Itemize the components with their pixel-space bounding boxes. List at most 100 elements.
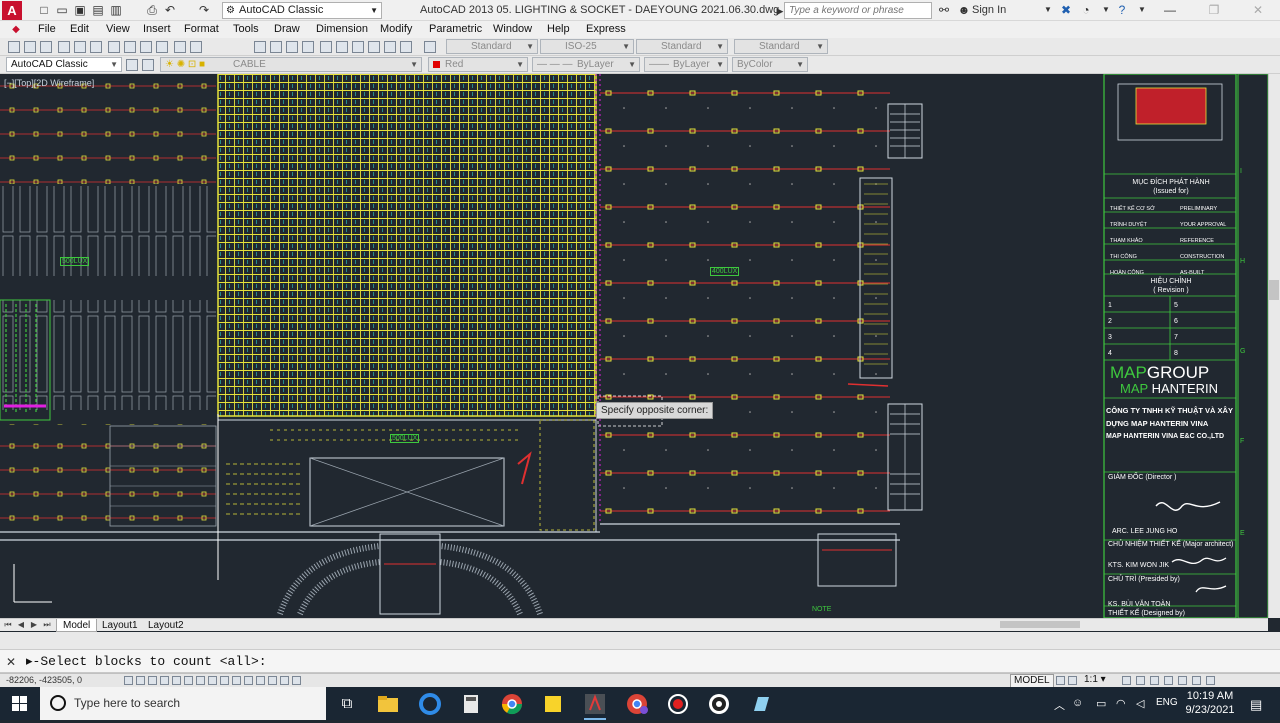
save-all-icon[interactable]: ▥ — [108, 2, 124, 18]
menu-modify[interactable]: Modify — [380, 23, 412, 35]
menu-parametric[interactable]: Parametric — [429, 23, 482, 35]
command-prompt[interactable]: ▸-Select blocks to count <all>: — [26, 654, 267, 669]
notifications-icon[interactable]: ▤ — [1250, 697, 1262, 713]
workspace-dropdown[interactable]: ⚙ AutoCAD Classic ▼ — [222, 2, 382, 19]
preview-icon[interactable] — [74, 41, 86, 53]
exchange-icon[interactable]: ✖ — [1058, 2, 1074, 18]
menu-tools[interactable]: Tools — [233, 23, 259, 35]
menu-window[interactable]: Window — [493, 23, 532, 35]
windows-start-button[interactable] — [0, 687, 40, 720]
edge-icon[interactable] — [417, 691, 443, 717]
menu-insert[interactable]: Insert — [143, 23, 171, 35]
plot-icon[interactable] — [58, 41, 70, 53]
viewport-controls[interactable]: [−][Top][2D Wireframe] — [4, 78, 94, 88]
redo-icon[interactable] — [190, 41, 202, 53]
linetype-dropdown[interactable]: — — — ByLayer ▼ — [532, 57, 640, 72]
horizontal-scroll-thumb[interactable] — [1000, 621, 1080, 628]
design-center-icon[interactable] — [336, 41, 348, 53]
polar-tracking-icon[interactable] — [172, 676, 181, 685]
last-tab-icon[interactable]: ⏭ — [41, 619, 53, 631]
search-input[interactable] — [784, 2, 932, 19]
sticky-notes-icon[interactable] — [540, 691, 566, 717]
drawing-canvas[interactable]: [−][Top][2D Wireframe] 500LUX 400LUX 500… — [0, 74, 1268, 618]
status-menu-icon[interactable] — [1192, 676, 1201, 685]
clean-screen-icon[interactable] — [1206, 676, 1215, 685]
new-icon[interactable] — [8, 41, 20, 53]
vertical-scroll-thumb[interactable] — [1269, 280, 1279, 300]
tab-layout1[interactable]: Layout1 — [96, 619, 144, 632]
dynamic-input-icon[interactable] — [232, 676, 241, 685]
markup-icon[interactable] — [384, 41, 396, 53]
user-icon[interactable]: ☻ — [956, 2, 972, 18]
taskbar-search-box[interactable]: Type here to search — [40, 687, 326, 720]
annotation-visibility-icon[interactable] — [1122, 676, 1131, 685]
network-icon[interactable]: ▭ — [1096, 697, 1106, 710]
selection-cycling-icon[interactable] — [280, 676, 289, 685]
open-icon[interactable] — [24, 41, 36, 53]
plot-icon[interactable]: ⎙ — [144, 2, 160, 18]
paste-icon[interactable] — [140, 41, 152, 53]
volume-icon[interactable]: ◁ — [1136, 697, 1144, 710]
save-icon[interactable] — [40, 41, 52, 53]
undo-icon[interactable]: ↶ — [162, 2, 178, 18]
layer-properties-icon[interactable] — [142, 59, 154, 71]
quick-view-layouts-icon[interactable] — [1056, 676, 1065, 685]
grid-display-icon[interactable] — [148, 676, 157, 685]
workspace-dropdown-2[interactable]: AutoCAD Classic ▼ — [6, 57, 122, 72]
command-line[interactable]: ✕ ▸-Select blocks to count <all>: — [0, 650, 1280, 673]
plotstyle-dropdown[interactable]: ByColor ▼ — [732, 57, 808, 72]
quick-view-drawings-icon[interactable] — [1068, 676, 1077, 685]
task-view-icon[interactable]: ⧉ — [334, 691, 360, 717]
close-icon[interactable]: ✕ — [6, 655, 16, 669]
wifi-icon[interactable]: ◠ — [1116, 697, 1126, 710]
publish-icon[interactable] — [90, 41, 102, 53]
sign-in-link[interactable]: Sign In — [972, 4, 1006, 16]
object-snap-icon[interactable] — [184, 676, 193, 685]
save-as-icon[interactable]: ▤ — [90, 2, 106, 18]
ortho-mode-icon[interactable] — [160, 676, 169, 685]
input-language[interactable]: ENG — [1156, 697, 1178, 708]
tab-model[interactable]: Model — [56, 619, 98, 632]
autocad-logo-icon[interactable]: A — [2, 1, 22, 20]
tab-layout2[interactable]: Layout2 — [142, 619, 190, 632]
object-snap-tracking-icon[interactable] — [208, 676, 217, 685]
menu-app-icon[interactable]: ◆ — [8, 22, 24, 38]
dynamic-ucs-icon[interactable] — [220, 676, 229, 685]
workspace-switching-icon[interactable] — [1136, 676, 1145, 685]
autocad-taskbar-icon[interactable] — [582, 691, 608, 720]
workspace-settings-icon[interactable] — [126, 59, 138, 71]
chevron-down-icon[interactable]: ▼ — [1040, 2, 1056, 18]
system-clock[interactable]: 10:19 AM 9/23/2021 — [1182, 689, 1238, 717]
sheet-set-icon[interactable] — [368, 41, 380, 53]
isolate-objects-icon[interactable] — [1178, 676, 1187, 685]
chevron-down-icon[interactable]: ▼ — [1098, 2, 1114, 18]
layer-dropdown[interactable]: ☀ ✺ ⊡ ■ CABLE ▼ — [160, 57, 422, 72]
chrome-icon[interactable] — [499, 691, 525, 717]
first-tab-icon[interactable]: ⏮ — [2, 619, 14, 631]
help-icon[interactable]: ? — [1114, 2, 1130, 18]
mleader-style-dropdown[interactable]: Standard ▼ — [734, 39, 828, 54]
hardware-acceleration-icon[interactable] — [1164, 676, 1173, 685]
properties-icon[interactable] — [320, 41, 332, 53]
dim-style-dropdown[interactable]: ISO-25 ▼ — [540, 39, 634, 54]
calculator-icon[interactable] — [400, 41, 412, 53]
save-icon[interactable]: ▣ — [72, 2, 88, 18]
open-icon[interactable]: ▭ — [54, 2, 70, 18]
menu-help[interactable]: Help — [547, 23, 570, 35]
screen-recorder-icon[interactable] — [665, 691, 691, 717]
pan-icon[interactable] — [254, 41, 266, 53]
menu-format[interactable]: Format — [184, 23, 219, 35]
calculator-icon[interactable] — [458, 691, 484, 717]
tool-palettes-icon[interactable] — [352, 41, 364, 53]
prev-tab-icon[interactable]: ◀ — [15, 619, 27, 631]
next-tab-icon[interactable]: ▶ — [28, 619, 40, 631]
transparency-icon[interactable] — [256, 676, 265, 685]
menu-draw[interactable]: Draw — [274, 23, 300, 35]
match-properties-icon[interactable] — [156, 41, 168, 53]
redo-icon[interactable]: ↷ — [196, 2, 212, 18]
menu-dimension[interactable]: Dimension — [316, 23, 368, 35]
coordinates-readout[interactable]: -82206, -423505, 0 — [6, 675, 82, 685]
chevron-up-icon[interactable]: ︿ — [1054, 697, 1065, 713]
annotation-monitor-icon[interactable] — [292, 676, 301, 685]
file-explorer-icon[interactable] — [375, 691, 401, 717]
